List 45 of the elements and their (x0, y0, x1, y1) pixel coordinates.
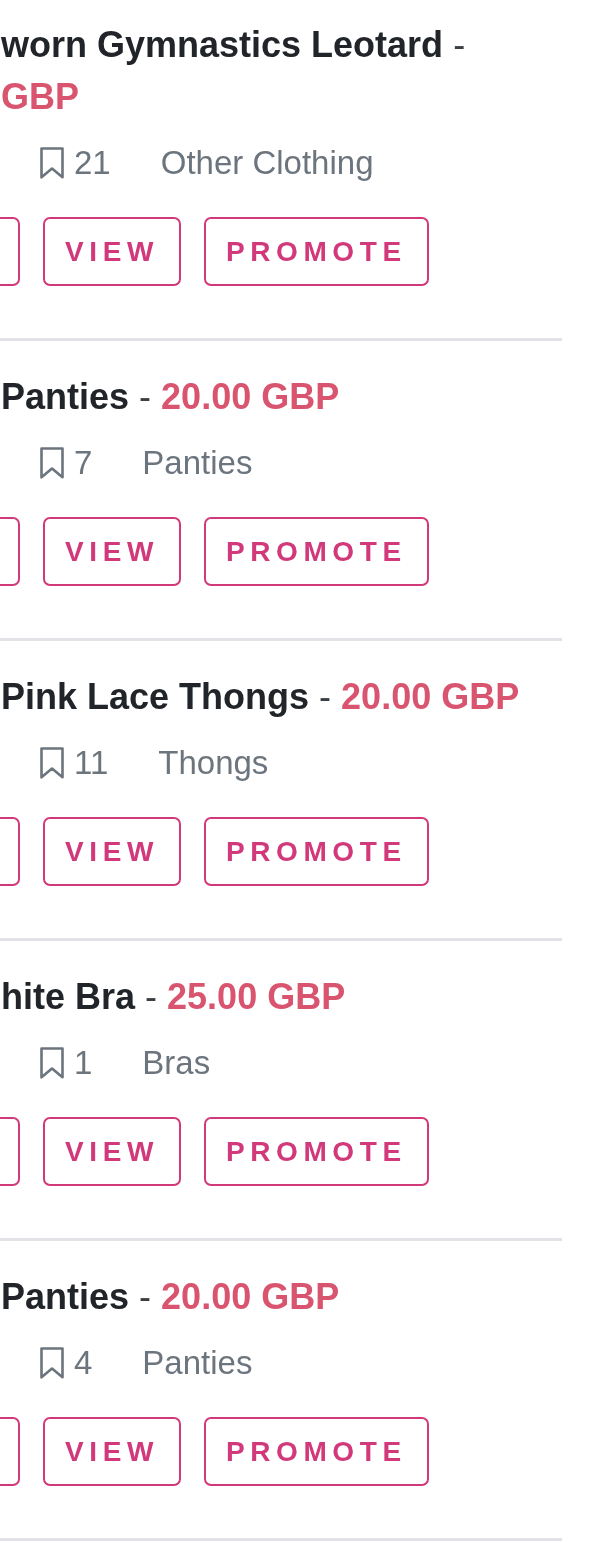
action-button[interactable]: VIEW (43, 517, 181, 586)
price-label: GBP (1, 76, 79, 117)
action-button[interactable]: PROMOTE (203, 817, 429, 886)
bookmark-icon (40, 747, 64, 779)
title-separator: - (145, 976, 158, 1017)
listing-title[interactable]: Panties (1, 1276, 130, 1317)
listing-title[interactable]: Panties (1, 376, 130, 417)
price-label: 20.00 GBP (161, 376, 340, 417)
title-separator: - (453, 24, 466, 65)
bookmark-icon (40, 447, 64, 479)
listing-title[interactable]: worn Gymnastics Leotard (1, 24, 444, 65)
bookmark-count: 1 (74, 1043, 93, 1084)
cut-off-button[interactable] (0, 1117, 20, 1186)
action-button[interactable]: VIEW (43, 217, 181, 286)
category-label: Panties (142, 443, 253, 484)
bookmark-icon (40, 1347, 64, 1379)
category-label: Panties (142, 1343, 253, 1384)
bookmark-icon (40, 147, 64, 179)
title-separator: - (139, 1276, 152, 1317)
bookmark-count: 11 (74, 743, 109, 784)
cut-off-button[interactable] (0, 817, 20, 886)
action-button[interactable]: VIEW (43, 817, 181, 886)
category-label: Bras (142, 1043, 211, 1084)
price-label: 20.00 GBP (161, 1276, 340, 1317)
bookmark-icon (40, 1047, 64, 1079)
bookmark-count: 7 (74, 443, 93, 484)
bookmark-count: 21 (74, 143, 111, 184)
cut-off-button[interactable] (0, 217, 20, 286)
action-button[interactable]: PROMOTE (203, 1117, 429, 1186)
price-label: 25.00 GBP (167, 976, 346, 1017)
cut-off-button[interactable] (0, 517, 20, 586)
category-label: Other Clothing (160, 143, 374, 184)
category-label: Thongs (158, 743, 269, 784)
listing-title[interactable]: Pink Lace Thongs (1, 676, 310, 717)
action-button[interactable]: PROMOTE (203, 517, 429, 586)
action-button[interactable]: VIEW (43, 1117, 181, 1186)
title-separator: - (139, 376, 152, 417)
listing-title[interactable]: hite Bra (1, 976, 136, 1017)
bookmark-count: 4 (74, 1343, 93, 1384)
title-separator: - (319, 676, 332, 717)
action-button[interactable]: PROMOTE (203, 1417, 429, 1486)
action-button[interactable]: PROMOTE (203, 217, 429, 286)
price-label: 20.00 GBP (341, 676, 520, 717)
cut-off-button[interactable] (0, 1417, 20, 1486)
action-button[interactable]: VIEW (43, 1417, 181, 1486)
